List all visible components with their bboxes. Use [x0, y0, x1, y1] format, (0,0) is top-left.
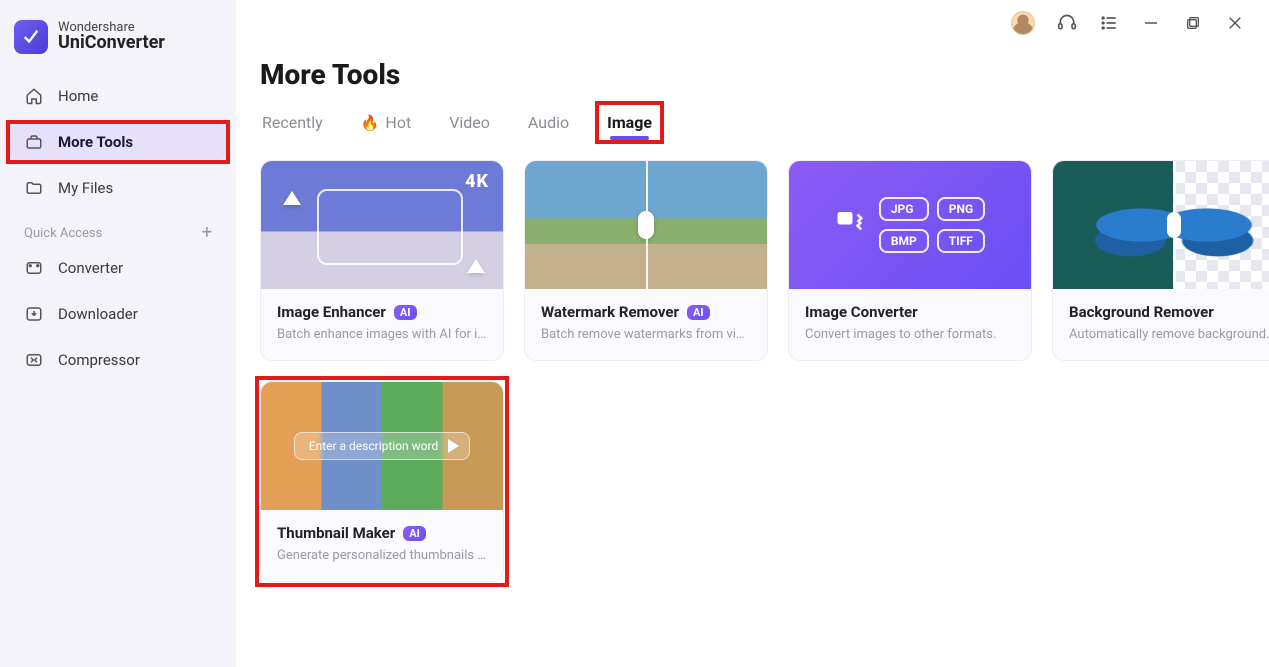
card-image-converter[interactable]: JPG PNG BMP TIFF Image Converter Convert… [788, 160, 1032, 361]
page-title: More Tools [260, 58, 1245, 91]
brand-icon [14, 20, 48, 54]
maximize-button[interactable] [1183, 13, 1203, 33]
tab-audio[interactable]: Audio [526, 109, 571, 136]
tab-label: Image [607, 113, 652, 132]
card-background-remover[interactable]: Background Remover Automatically remove … [1052, 160, 1269, 361]
format-badge: TIFF [937, 229, 985, 253]
download-icon [24, 304, 44, 324]
card-desc: Automatically remove background… [1069, 327, 1269, 342]
quick-access-header: Quick Access + [10, 214, 226, 248]
card-title-row: Watermark Remover AI [541, 303, 751, 321]
brand-bottom: UniConverter [58, 34, 165, 53]
window-titlebar [260, 0, 1245, 40]
tab-image[interactable]: Image [605, 109, 654, 136]
avatar[interactable] [1011, 11, 1035, 35]
toolbox-icon [24, 132, 44, 152]
format-badge: BMP [879, 229, 929, 253]
brand: Wondershare UniConverter [10, 20, 226, 76]
tab-recently[interactable]: Recently [260, 109, 325, 136]
sidebar-item-more-tools[interactable]: More Tools [10, 122, 226, 162]
arrow-up-icon [283, 191, 301, 205]
sidebar-item-label: Downloader [58, 305, 138, 323]
sidebar-item-label: More Tools [58, 133, 133, 151]
close-button[interactable] [1225, 13, 1245, 33]
tools-grid: Image Enhancer AI Batch enhance images w… [260, 160, 1245, 582]
card-title: Thumbnail Maker [277, 524, 395, 542]
card-image-enhancer[interactable]: Image Enhancer AI Batch enhance images w… [260, 160, 504, 361]
tab-label: Video [449, 113, 490, 132]
tool-category-tabs: Recently 🔥 Hot Video Audio Image [260, 109, 1245, 136]
sidebar-item-home[interactable]: Home [10, 76, 226, 116]
minimize-button[interactable] [1141, 13, 1161, 33]
menu-list-icon[interactable] [1099, 13, 1119, 33]
tab-label: Recently [262, 113, 323, 132]
card-title-row: Image Converter [805, 303, 1015, 321]
support-icon[interactable] [1057, 13, 1077, 33]
sidebar-item-label: Compressor [58, 351, 140, 369]
main-area: More Tools Recently 🔥 Hot Video Audio Im… [236, 0, 1269, 667]
ai-badge: AI [687, 305, 710, 320]
card-thumbnail: Enter a description word [261, 382, 503, 510]
tab-video[interactable]: Video [447, 109, 492, 136]
card-thumbnail-maker[interactable]: Enter a description word Thumbnail Maker… [260, 381, 504, 582]
sidebar-item-converter[interactable]: Converter [10, 248, 226, 288]
card-title: Watermark Remover [541, 303, 679, 321]
tab-label: Hot [385, 113, 411, 132]
add-quick-access-button[interactable]: + [202, 224, 212, 242]
prompt-placeholder: Enter a description word [309, 439, 439, 453]
folder-icon [24, 178, 44, 198]
quick-access-label: Quick Access [24, 226, 102, 241]
tab-label: Audio [528, 113, 569, 132]
format-badge: JPG [879, 197, 929, 221]
tab-hot[interactable]: 🔥 Hot [359, 109, 413, 136]
card-body: Image Converter Convert images to other … [789, 289, 1031, 360]
card-title: Background Remover [1069, 303, 1214, 321]
tab-image-highlight: Image [605, 109, 654, 136]
sidebar-item-label: Converter [58, 259, 123, 277]
ai-badge: AI [403, 526, 426, 541]
card-title-row: Thumbnail Maker AI [277, 524, 487, 542]
card-thumbnail [1053, 161, 1269, 289]
card-watermark-remover[interactable]: Watermark Remover AI Batch remove waterm… [524, 160, 768, 361]
slider-handle-icon [1167, 212, 1181, 238]
sidebar-item-my-files[interactable]: My Files [10, 168, 226, 208]
fire-icon: 🔥 [361, 114, 380, 132]
card-title: Image Enhancer [277, 303, 386, 321]
format-badge: PNG [937, 197, 985, 221]
card-desc: Generate personalized thumbnails … [277, 548, 487, 563]
sidebar-item-downloader[interactable]: Downloader [10, 294, 226, 334]
formats: JPG PNG BMP TIFF [879, 197, 985, 253]
prompt-bar: Enter a description word [294, 432, 471, 460]
sidebar: Wondershare UniConverter Home More Tools [0, 0, 236, 667]
sidebar-item-label: My Files [58, 179, 113, 197]
sidebar-item-label: Home [58, 87, 98, 105]
card-thumbnail: JPG PNG BMP TIFF [789, 161, 1031, 289]
image-swap-icon [835, 207, 865, 244]
card-body: Image Enhancer AI Batch enhance images w… [261, 289, 503, 360]
card-desc: Batch remove watermarks from vi… [541, 327, 751, 342]
card-thumbnail [261, 161, 503, 289]
play-icon [448, 439, 459, 453]
card-body: Thumbnail Maker AI Generate personalized… [261, 510, 503, 581]
brand-text: Wondershare UniConverter [58, 21, 165, 54]
ai-badge: AI [394, 305, 417, 320]
converter-icon [24, 258, 44, 278]
home-icon [24, 86, 44, 106]
slider-handle-icon [638, 211, 654, 239]
frame-overlay-icon [317, 189, 463, 265]
arrow-up-icon [467, 259, 485, 273]
card-desc: Convert images to other formats. [805, 327, 1015, 342]
sidebar-item-compressor[interactable]: Compressor [10, 340, 226, 380]
app-root: Wondershare UniConverter Home More Tools [0, 0, 1269, 667]
card-thumbnail-maker-highlight: Enter a description word Thumbnail Maker… [260, 381, 504, 582]
card-title-row: Image Enhancer AI [277, 303, 487, 321]
card-title-row: Background Remover [1069, 303, 1269, 321]
card-body: Background Remover Automatically remove … [1053, 289, 1269, 360]
card-title: Image Converter [805, 303, 918, 321]
compressor-icon [24, 350, 44, 370]
sidebar-more-tools-highlight: More Tools [10, 122, 226, 162]
card-desc: Batch enhance images with AI for i… [277, 327, 487, 342]
card-thumbnail [525, 161, 767, 289]
card-body: Watermark Remover AI Batch remove waterm… [525, 289, 767, 360]
